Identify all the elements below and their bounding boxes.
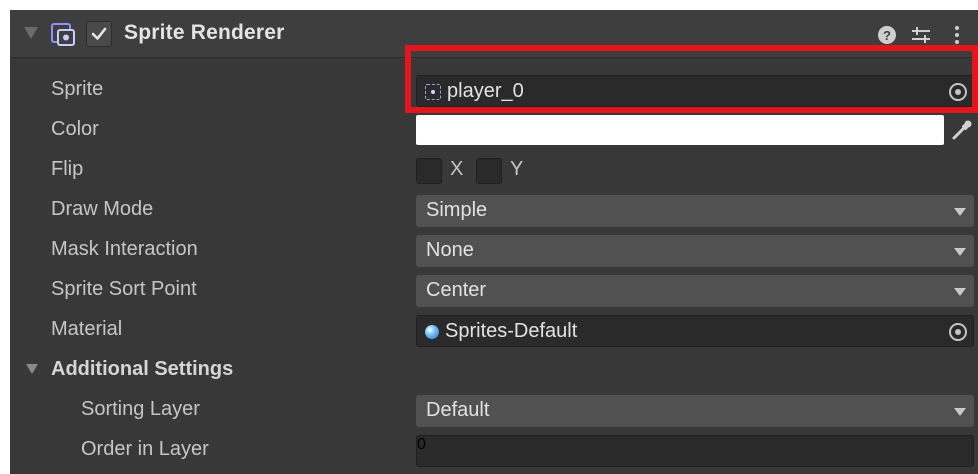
component-header[interactable]: Sprite Renderer ? [10,10,978,58]
component-title: Sprite Renderer [124,21,285,44]
enabled-checkbox[interactable] [86,21,112,47]
color-row: Color [10,110,978,150]
additional-settings-foldout[interactable]: Additional Settings [10,350,978,390]
checkbox-checked-icon [91,27,107,40]
sprite-renderer-icon [51,23,75,46]
draw-mode-row: Draw Mode Simple [10,190,978,230]
flip-x-label: X [450,158,464,180]
help-icon[interactable]: ? [874,22,900,48]
sprite-asset-icon [425,84,441,100]
sprite-object-field[interactable]: player_0 [416,75,974,107]
presets-icon[interactable] [908,22,934,48]
sprite-row: Sprite player_0 [10,70,978,110]
flip-y-checkbox[interactable] [476,158,502,184]
more-options-icon[interactable] [944,22,970,48]
mask-interaction-value: None [426,239,474,261]
material-value: Sprites-Default [445,320,578,342]
sprite-sort-point-dropdown[interactable]: Center [416,275,974,307]
draw-mode-value: Simple [426,199,488,221]
eyedropper-icon[interactable] [950,118,974,142]
material-object-field[interactable]: Sprites-Default [416,315,974,347]
foldout-arrow-icon[interactable] [26,364,38,374]
chevron-down-icon [954,408,966,416]
order-in-layer-row: Order in Layer 0 [10,430,978,470]
additional-settings-label: Additional Settings [51,358,234,380]
inspector-component: Sprite Renderer ? Sprite player_0 Color [10,10,978,474]
order-in-layer-value: 0 [417,436,426,453]
material-row: Material Sprites-Default [10,310,978,350]
svg-text:?: ? [883,28,891,43]
order-in-layer-label: Order in Layer [81,438,209,460]
material-label: Material [51,318,123,340]
draw-mode-dropdown[interactable]: Simple [416,195,974,227]
flip-row: Flip X Y [10,150,978,190]
sorting-layer-row: Sorting Layer Default [10,390,978,430]
order-in-layer-input[interactable]: 0 [416,435,974,467]
sprite-label: Sprite [51,78,104,100]
chevron-down-icon [954,208,966,216]
sorting-layer-label: Sorting Layer [81,398,200,420]
sprite-sort-point-row: Sprite Sort Point Center [10,270,978,310]
material-asset-icon [425,325,439,339]
draw-mode-label: Draw Mode [51,198,154,220]
mask-interaction-dropdown[interactable]: None [416,235,974,267]
object-picker-icon[interactable] [949,83,967,101]
mask-interaction-label: Mask Interaction [51,238,198,260]
color-label: Color [51,118,99,140]
sprite-sort-point-label: Sprite Sort Point [51,278,197,300]
color-swatch[interactable] [416,115,944,145]
flip-x-checkbox[interactable] [416,158,442,184]
flip-label: Flip [51,158,84,180]
flip-y-label: Y [510,158,524,180]
foldout-arrow-icon[interactable] [24,27,38,39]
sprite-value: player_0 [447,80,524,102]
chevron-down-icon [954,248,966,256]
chevron-down-icon [954,288,966,296]
object-picker-icon[interactable] [949,323,967,341]
sorting-layer-value: Default [426,399,490,421]
mask-interaction-row: Mask Interaction None [10,230,978,270]
sorting-layer-dropdown[interactable]: Default [416,395,974,427]
sprite-sort-point-value: Center [426,279,487,301]
